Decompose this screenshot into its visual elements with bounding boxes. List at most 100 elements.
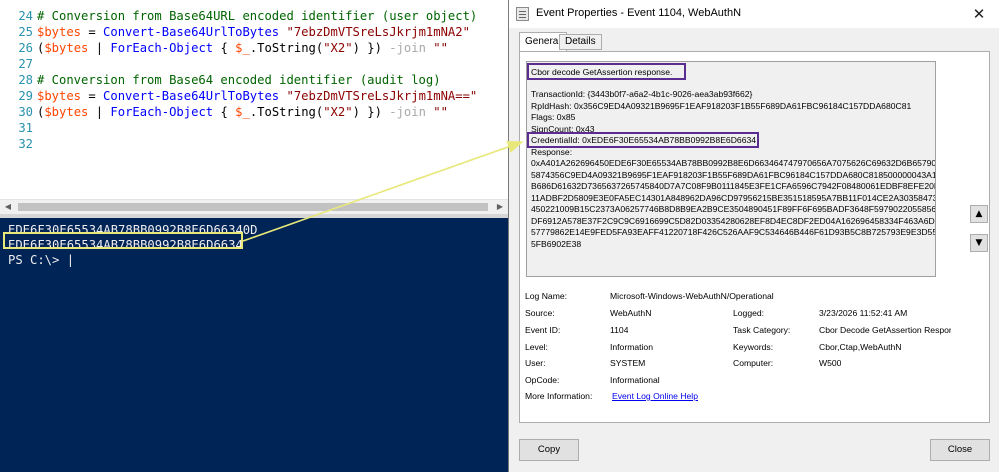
- scroll-right-icon[interactable]: ▶: [495, 202, 505, 212]
- code-token: ForEach-Object: [110, 105, 214, 119]
- computer-label: Computer:: [733, 358, 774, 368]
- code-text: # Conversion from Base64 encoded identif…: [37, 72, 441, 88]
- line-number: 31: [18, 121, 33, 135]
- code-token: Convert-Base64UrlToBytes: [103, 89, 280, 103]
- code-token: .ToString(: [249, 105, 324, 119]
- previous-event-button[interactable]: ▲: [970, 205, 988, 223]
- code-token: |: [88, 105, 111, 119]
- opcode-value: Informational: [610, 375, 660, 385]
- tab-details[interactable]: Details: [559, 34, 602, 50]
- code-text: $bytes = Convert-Base64UrlToBytes "7ebzD…: [37, 88, 477, 104]
- close-button[interactable]: Close: [930, 439, 990, 461]
- message-line: 11ADBF2D5809E3E0FA5EC14301A848962DA96CD9…: [531, 192, 936, 203]
- code-token: ) }): [352, 41, 390, 55]
- title-bar[interactable]: Event Properties - Event 1104, WebAuthN …: [509, 0, 999, 28]
- code-token: {: [213, 41, 236, 55]
- code-token: "X2": [323, 105, 353, 119]
- line-number: 28: [18, 73, 33, 87]
- editor-line[interactable]: 24 # Conversion from Base64URL encoded id…: [0, 8, 508, 24]
- logged-value: 3/23/2026 11:52:41 AM: [819, 308, 908, 318]
- level-label: Level:: [525, 342, 548, 352]
- editor-line[interactable]: 26 ($bytes | ForEach-Object { $_.ToString…: [0, 40, 508, 56]
- editor-line[interactable]: 29 $bytes = Convert-Base64UrlToBytes "7eb…: [0, 88, 508, 104]
- editor-line[interactable]: 27: [0, 56, 508, 72]
- copy-button[interactable]: Copy: [519, 439, 579, 461]
- editor-line[interactable]: 31: [0, 120, 508, 136]
- message-line: 450221009B15C2373A06257746B8D8B9EA2B9CE3…: [531, 204, 936, 214]
- user-value: SYSTEM: [610, 358, 646, 368]
- code-token: $_: [235, 105, 250, 119]
- keywords-value: Cbor,Ctap,WebAuthN: [819, 342, 902, 352]
- code-token: =: [81, 89, 104, 103]
- credential-id-highlight-box: [527, 132, 759, 148]
- message-line: 57779862E14E9FED5FA93EAFF41220718F426C52…: [531, 227, 936, 237]
- code-token: "X2": [323, 41, 353, 55]
- code-token: "7ebzDmVTSreLsJkrjm1mNA==": [286, 89, 478, 103]
- console-prompt[interactable]: PS C:\> |: [8, 253, 74, 268]
- task-category-label: Task Category:: [733, 325, 791, 335]
- message-line: DF6912A578E37F2C9C9C6916699C5D82D0335428…: [531, 215, 936, 226]
- computer-value: W500: [819, 358, 842, 368]
- more-information-label: More Information:: [525, 391, 593, 401]
- event-message-box[interactable]: Cbor decode GetAssertion response. Trans…: [526, 61, 936, 277]
- opcode-label: OpCode:: [525, 375, 560, 385]
- code-text: ($bytes | ForEach-Object { $_.ToString("…: [37, 40, 448, 56]
- scroll-left-icon[interactable]: ◀: [3, 202, 13, 212]
- message-line: Flags: 0x85: [531, 112, 576, 122]
- code-token: -join: [389, 105, 426, 119]
- code-token: ) }): [352, 105, 390, 119]
- window-title: Event Properties - Event 1104, WebAuthN: [536, 7, 742, 19]
- code-token: -join: [389, 41, 426, 55]
- code-token: $bytes: [44, 41, 89, 55]
- source-label: Source:: [525, 308, 555, 318]
- line-number: 27: [18, 57, 33, 71]
- console-match-highlight-box: [3, 232, 243, 249]
- code-token: $_: [235, 41, 250, 55]
- code-token: $bytes: [37, 89, 82, 103]
- logged-label: Logged:: [733, 308, 765, 318]
- message-line: RpIdHash: 0x356C9ED4A09321B9695F1EAF9182…: [531, 100, 912, 111]
- editor-horizontal-scrollbar[interactable]: ◀ ▶: [0, 199, 508, 214]
- code-token: $bytes: [44, 105, 89, 119]
- code-token: Convert-Base64UrlToBytes: [103, 25, 280, 39]
- close-icon[interactable]: ✕: [968, 3, 990, 25]
- line-number: 24: [18, 9, 33, 23]
- message-line: TransactionId: {3443b0f7-a6a2-4b1c-9026-…: [531, 89, 753, 99]
- code-token: # Conversion from Base64URL encoded iden…: [37, 9, 478, 23]
- summary-highlight-box: [527, 63, 686, 80]
- scrollbar-thumb[interactable]: [18, 203, 488, 211]
- arrow-up-icon: ▲: [975, 209, 983, 219]
- code-token: {: [213, 105, 236, 119]
- message-line: B686D61632D7365637265745840D7A7C08F9B011…: [531, 181, 936, 191]
- event-properties-window: Event Properties - Event 1104, WebAuthN …: [508, 0, 999, 472]
- code-token: ForEach-Object: [110, 41, 214, 55]
- editor-line[interactable]: 28 # Conversion from Base64 encoded ident…: [0, 72, 508, 88]
- line-number: 25: [18, 25, 33, 39]
- code-token: "7ebzDmVTSreLsJkrjm1mNA2": [286, 25, 470, 39]
- editor-line[interactable]: 30 ($bytes | ForEach-Object { $_.ToString…: [0, 104, 508, 120]
- next-event-button[interactable]: ▼: [970, 234, 988, 252]
- code-text: # Conversion from Base64URL encoded iden…: [37, 8, 477, 24]
- script-editor[interactable]: 24 # Conversion from Base64URL encoded id…: [0, 0, 508, 199]
- event-id-label: Event ID:: [525, 325, 561, 335]
- task-category-value: Cbor Decode GetAssertion Respon: [819, 325, 951, 335]
- editor-line[interactable]: 25 $bytes = Convert-Base64UrlToBytes "7eb…: [0, 24, 508, 40]
- user-label: User:: [525, 358, 546, 368]
- code-token: "": [433, 105, 448, 119]
- line-number: 30: [18, 105, 33, 119]
- message-line: 5874356C9ED4A09321B9695F1EAF918203F1B55F…: [531, 169, 936, 180]
- message-line: 0xA401A262696450EDE6F30E65534AB78BB0992B…: [531, 158, 936, 168]
- level-value: Information: [610, 342, 653, 352]
- editor-line[interactable]: 32: [0, 136, 508, 152]
- code-token: # Conversion from Base64 encoded identif…: [37, 73, 441, 87]
- code-token: $bytes: [37, 25, 82, 39]
- line-number: 26: [18, 41, 33, 55]
- event-log-online-help-link[interactable]: Event Log Online Help: [612, 391, 698, 401]
- line-number: 29: [18, 89, 33, 103]
- console-pane[interactable]: EDE6F30E65534AB78BB0992B8E6D66340D EDE6F…: [0, 218, 508, 472]
- line-number: 32: [18, 137, 33, 151]
- message-line: Response:: [531, 146, 573, 157]
- arrow-down-icon: ▼: [975, 238, 983, 248]
